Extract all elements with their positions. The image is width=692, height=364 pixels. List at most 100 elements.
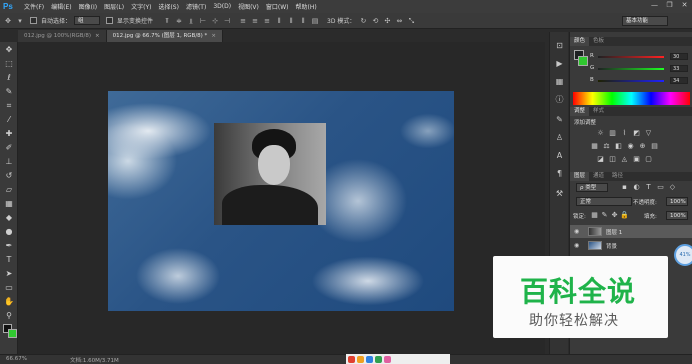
- app-icon[interactable]: [348, 355, 355, 363]
- layer-row-background[interactable]: ◉ 背景: [570, 239, 692, 252]
- swatches-icon[interactable]: ▦: [554, 76, 565, 87]
- path-select-icon[interactable]: ➤: [3, 268, 15, 280]
- slider-value[interactable]: 33: [670, 65, 688, 72]
- layer-name[interactable]: 图层 1: [606, 228, 622, 236]
- tab-swatches[interactable]: 色板: [589, 37, 608, 46]
- selective-color-icon[interactable]: ▣: [632, 155, 641, 164]
- healing-brush-icon[interactable]: ✚: [3, 128, 15, 140]
- brightness-icon[interactable]: ☼: [596, 129, 605, 138]
- rotate-3d-icon[interactable]: ↻: [359, 17, 367, 25]
- menu-help[interactable]: 帮助(H): [296, 2, 317, 11]
- lock-position-icon[interactable]: ✥: [610, 211, 619, 220]
- lock-all-icon[interactable]: 🔒: [620, 211, 629, 220]
- invert-icon[interactable]: ◪: [596, 155, 605, 164]
- quick-select-icon[interactable]: ✎: [3, 86, 15, 98]
- curves-icon[interactable]: ⌇: [620, 129, 629, 138]
- bg-color-chip[interactable]: [578, 56, 588, 66]
- exposure-icon[interactable]: ◩: [632, 129, 641, 138]
- tool-presets-icon[interactable]: ⚒: [554, 188, 565, 199]
- background-color-swatch[interactable]: [8, 329, 17, 338]
- layer-kind-filter[interactable]: ρ 类型: [576, 183, 608, 192]
- tab-layers[interactable]: 图层: [570, 172, 590, 181]
- eyedropper-icon[interactable]: ⁄: [3, 114, 15, 126]
- menu-edit[interactable]: 编辑(E): [51, 2, 71, 11]
- menu-type[interactable]: 文字(Y): [131, 2, 151, 11]
- visibility-eye-icon[interactable]: ◉: [574, 228, 581, 235]
- history-icon[interactable]: ⊡: [554, 40, 565, 51]
- align-center-icon[interactable]: ⊹: [211, 17, 219, 25]
- eraser-tool-icon[interactable]: ▱: [3, 184, 15, 196]
- minimize-button[interactable]: —: [650, 1, 659, 10]
- menu-view[interactable]: 视图(V): [238, 2, 259, 11]
- tab-document-2[interactable]: 012.jpg @ 66.7% (图层 1, RGB/8) * ×: [106, 30, 223, 42]
- app-icon[interactable]: [384, 355, 391, 363]
- show-transform-checkbox[interactable]: [106, 17, 114, 24]
- auto-select-dropdown[interactable]: 组: [74, 16, 101, 25]
- filter-pixel-icon[interactable]: ▪: [620, 183, 629, 192]
- fill-input[interactable]: 100%: [666, 211, 688, 220]
- clone-source-icon[interactable]: ♙: [554, 132, 565, 143]
- filter-shape-icon[interactable]: ▭: [656, 183, 665, 192]
- lasso-tool-icon[interactable]: ℓ: [3, 72, 15, 84]
- slide-3d-icon[interactable]: ⇔: [395, 17, 403, 25]
- filter-type-icon[interactable]: T: [644, 183, 653, 192]
- tab-channels[interactable]: 通道: [589, 172, 608, 181]
- character-icon[interactable]: A: [554, 150, 565, 161]
- menu-3d[interactable]: 3D(D): [213, 3, 231, 10]
- menu-select[interactable]: 选择(S): [158, 2, 179, 11]
- color-spectrum-bar[interactable]: [573, 92, 690, 105]
- black-white-icon[interactable]: ◧: [614, 142, 623, 151]
- close-icon[interactable]: ×: [95, 33, 100, 39]
- tab-color[interactable]: 颜色: [570, 37, 590, 46]
- visibility-eye-icon[interactable]: ◉: [574, 242, 581, 249]
- slider-track[interactable]: [598, 68, 664, 70]
- info-icon[interactable]: ⓘ: [554, 94, 565, 105]
- close-icon[interactable]: ×: [211, 33, 216, 39]
- document-canvas-sky-image[interactable]: [108, 91, 454, 311]
- tab-styles[interactable]: 样式: [589, 107, 608, 116]
- brush-presets-icon[interactable]: ✎: [554, 114, 565, 125]
- distribute-right-icon[interactable]: ⦀: [299, 17, 307, 25]
- lock-pixels-icon[interactable]: ✎: [600, 211, 609, 220]
- app-icon[interactable]: [366, 355, 373, 363]
- slider-value[interactable]: 34: [670, 77, 688, 84]
- auto-align-icon[interactable]: ▤: [311, 17, 319, 25]
- menu-file[interactable]: 文件(F): [24, 2, 44, 11]
- portrait-layer-image[interactable]: [214, 123, 326, 225]
- move-tool-icon[interactable]: ✥: [3, 44, 15, 56]
- play-action-icon[interactable]: ▶: [554, 58, 565, 69]
- gradient-tool-icon[interactable]: ▦: [3, 198, 15, 210]
- blur-tool-icon[interactable]: ◆: [3, 212, 15, 224]
- auto-select-checkbox[interactable]: [30, 17, 37, 24]
- distribute-left-icon[interactable]: ⦀: [275, 17, 283, 25]
- app-icon[interactable]: [357, 355, 364, 363]
- lock-transparency-icon[interactable]: ▦: [590, 211, 599, 220]
- type-tool-icon[interactable]: T: [3, 254, 15, 266]
- color-balance-icon[interactable]: ⚖: [602, 142, 611, 151]
- posterize-icon[interactable]: ◫: [608, 155, 617, 164]
- roll-3d-icon[interactable]: ⟲: [371, 17, 379, 25]
- layer-row-1[interactable]: ◉ 图层 1: [570, 225, 692, 238]
- color-lookup-icon[interactable]: ▤: [650, 142, 659, 151]
- slider-g[interactable]: G 33: [590, 65, 690, 72]
- hand-tool-icon[interactable]: ✋: [3, 296, 15, 308]
- workspace-dropdown[interactable]: 基本功能: [622, 16, 668, 26]
- zoom-level[interactable]: 66.67%: [6, 356, 27, 362]
- align-middle-icon[interactable]: ≑: [175, 17, 183, 25]
- filter-adjust-icon[interactable]: ◐: [632, 183, 641, 192]
- brush-tool-icon[interactable]: ✐: [3, 142, 15, 154]
- blend-mode-dropdown[interactable]: 正常: [576, 197, 632, 206]
- slider-track[interactable]: [598, 56, 664, 58]
- scale-3d-icon[interactable]: ⤡: [407, 17, 415, 25]
- channel-mixer-icon[interactable]: ⊕: [638, 142, 647, 151]
- slider-track[interactable]: [598, 80, 664, 82]
- tab-paths[interactable]: 路径: [608, 172, 627, 181]
- hue-sat-icon[interactable]: ▦: [590, 142, 599, 151]
- align-bottom-icon[interactable]: ⫫: [187, 17, 195, 25]
- align-right-icon[interactable]: ⊣: [223, 17, 231, 25]
- photo-filter-icon[interactable]: ◉: [626, 142, 635, 151]
- dodge-tool-icon[interactable]: ●: [3, 226, 15, 238]
- slider-value[interactable]: 30: [670, 53, 688, 60]
- chevron-down-icon[interactable]: ▾: [16, 17, 24, 25]
- menu-image[interactable]: 图像(I): [79, 2, 97, 11]
